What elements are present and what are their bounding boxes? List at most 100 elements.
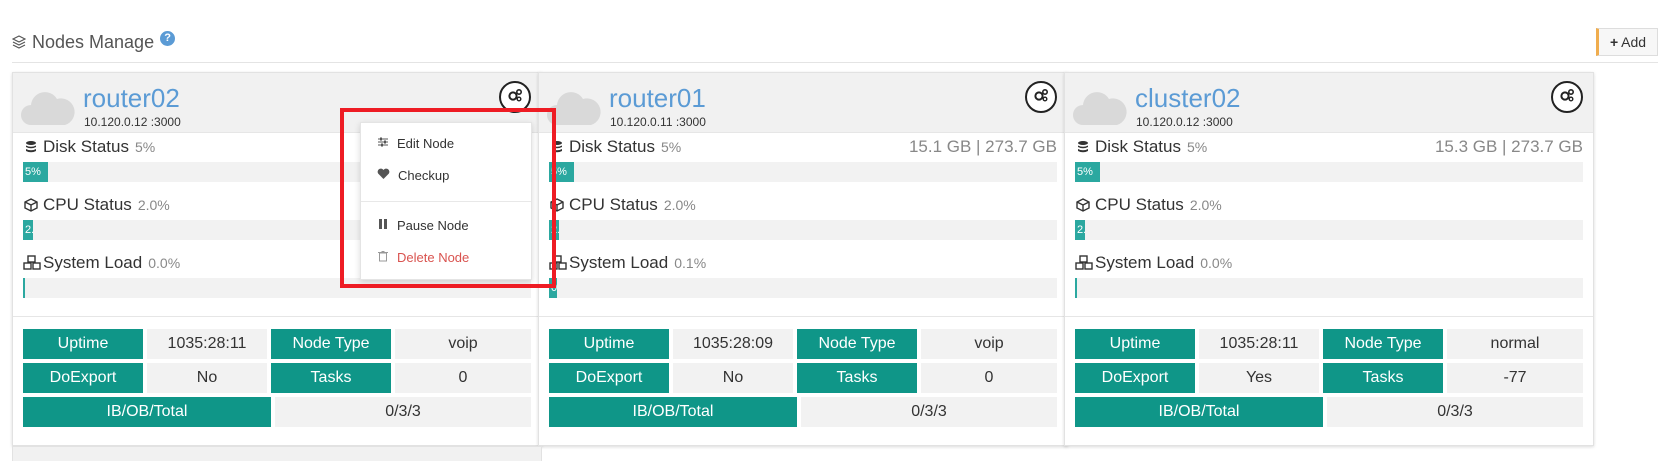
- uptime-value: 1035:28:11: [1199, 329, 1319, 359]
- layers-icon: [11, 35, 27, 49]
- system-load: System Load 0.0% 0.0%: [1075, 251, 1583, 301]
- tasks-label: Tasks: [1323, 363, 1443, 393]
- menu-item-edit-node[interactable]: Edit Node: [377, 133, 454, 153]
- disk-size: 15.1 GB | 273.7 GB: [908, 137, 1057, 156]
- disk-status-percent: 5%: [134, 139, 156, 155]
- node-info-table: Uptime 1035:28:11 Node Type normal DoExp…: [1075, 329, 1583, 431]
- load-progress-bar: 0.1%: [549, 278, 1057, 298]
- node-type-value: normal: [1447, 329, 1583, 359]
- page-title: Nodes Manage: [32, 31, 155, 52]
- info-row: IB/OB/Total 0/3/3: [549, 397, 1057, 427]
- node-address: 10.120.0.11 :3000: [610, 115, 706, 129]
- uptime-label: Uptime: [1075, 329, 1195, 359]
- cube-icon: [23, 197, 39, 213]
- doexport-label: DoExport: [1075, 363, 1195, 393]
- menu-item-pause-node[interactable]: Pause Node: [377, 215, 469, 235]
- node-settings-button[interactable]: [1025, 81, 1057, 113]
- add-node-button[interactable]: + Add: [1596, 28, 1658, 56]
- disk-progress-fill: 5%: [549, 162, 575, 182]
- card-divider: [539, 316, 1067, 317]
- node-card: router01 10.120.0.11 :3000 Disk Status 5…: [538, 72, 1068, 446]
- iobt-value: 0/3/3: [275, 397, 531, 427]
- disk-progress-fill: 5%: [23, 162, 49, 182]
- cpu-status-label: CPU Status: [569, 195, 658, 214]
- iobt-label: IB/OB/Total: [549, 397, 797, 427]
- tasks-label: Tasks: [271, 363, 391, 393]
- trash-icon: [377, 250, 389, 265]
- heart-icon: [377, 168, 390, 183]
- node-name[interactable]: router02: [83, 83, 180, 113]
- cpu-progress-fill: 2.0%: [549, 220, 560, 240]
- node-card-header: router01 10.120.0.11 :3000: [539, 73, 1067, 133]
- cpu-status-percent: 2.0%: [1189, 197, 1222, 213]
- cogs-icon: [1033, 88, 1049, 107]
- cloud-icon: [545, 87, 601, 127]
- cube-icon: [549, 197, 565, 213]
- load-progress-bar: 0.0%: [23, 278, 531, 298]
- disk-status: Disk Status 5% 15.3 GB | 273.7 GB 5%: [1075, 135, 1583, 185]
- disk-status-label: Disk Status: [1095, 137, 1181, 156]
- cpu-status-percent: 2.0%: [663, 197, 696, 213]
- node-settings-button[interactable]: [499, 81, 531, 113]
- system-load-percent: 0.1%: [674, 255, 707, 271]
- tasks-label: Tasks: [797, 363, 917, 393]
- info-row: Uptime 1035:28:11 Node Type voip: [23, 329, 531, 359]
- next-node-card-peek: [12, 446, 542, 461]
- cpu-status-label: CPU Status: [1095, 195, 1184, 214]
- iobt-value: 0/3/3: [801, 397, 1057, 427]
- cogs-icon: [507, 88, 523, 107]
- system-load-label: System Load: [1095, 253, 1195, 272]
- cpu-status: CPU Status 2.0% 2.0%: [549, 193, 1057, 243]
- node-name[interactable]: cluster02: [1135, 83, 1241, 113]
- info-row: IB/OB/Total 0/3/3: [1075, 397, 1583, 427]
- card-divider: [1065, 316, 1593, 317]
- database-icon: [1075, 139, 1091, 155]
- load-progress-fill: 0.0%: [1075, 278, 1077, 298]
- cpu-status-percent: 2.0%: [137, 197, 170, 213]
- help-icon[interactable]: ?: [160, 30, 176, 46]
- node-actions-menu: Edit Node Checkup Pause Node Delete Node: [360, 122, 532, 280]
- info-row: DoExport No Tasks 0: [23, 363, 531, 393]
- doexport-value: Yes: [1199, 363, 1319, 393]
- disk-status-label: Disk Status: [43, 137, 129, 156]
- cubes-icon: [1075, 255, 1093, 271]
- info-row: DoExport Yes Tasks -77: [1075, 363, 1583, 393]
- system-load-label: System Load: [43, 253, 143, 272]
- tasks-value: 0: [921, 363, 1057, 393]
- system-load-percent: 0.0%: [148, 255, 181, 271]
- system-load-percent: 0.0%: [1200, 255, 1233, 271]
- uptime-value: 1035:28:09: [673, 329, 793, 359]
- doexport-value: No: [673, 363, 793, 393]
- disk-size: 15.3 GB | 273.7 GB: [1434, 137, 1583, 156]
- node-address: 10.120.0.12 :3000: [84, 115, 181, 129]
- cloud-icon: [1071, 87, 1127, 127]
- pause-icon: [377, 218, 389, 233]
- node-type-value: voip: [921, 329, 1057, 359]
- disk-progress-bar: 5%: [1075, 162, 1583, 182]
- doexport-label: DoExport: [23, 363, 143, 393]
- info-row: Uptime 1035:28:09 Node Type voip: [549, 329, 1057, 359]
- cubes-icon: [23, 255, 41, 271]
- node-card-header: cluster02 10.120.0.12 :3000: [1065, 73, 1593, 133]
- uptime-label: Uptime: [23, 329, 143, 359]
- node-name[interactable]: router01: [609, 83, 706, 113]
- cpu-progress-fill: 2.0%: [1075, 220, 1086, 240]
- tasks-value: 0: [395, 363, 531, 393]
- node-type-label: Node Type: [271, 329, 391, 359]
- disk-progress-bar: 5%: [549, 162, 1057, 182]
- disk-status: Disk Status 5% 15.1 GB | 273.7 GB 5%: [549, 135, 1057, 185]
- database-icon: [23, 139, 39, 155]
- tasks-value: -77: [1447, 363, 1583, 393]
- system-load: System Load 0.1% 0.1%: [549, 251, 1057, 301]
- node-info-table: Uptime 1035:28:11 Node Type voip DoExpor…: [23, 329, 531, 431]
- info-row: DoExport No Tasks 0: [549, 363, 1057, 393]
- page-header: Nodes Manage ?: [11, 28, 176, 56]
- iobt-label: IB/OB/Total: [1075, 397, 1323, 427]
- node-type-label: Node Type: [797, 329, 917, 359]
- menu-item-checkup[interactable]: Checkup: [377, 165, 449, 185]
- doexport-label: DoExport: [549, 363, 669, 393]
- add-button-label: Add: [1621, 34, 1647, 50]
- menu-item-delete-node[interactable]: Delete Node: [377, 247, 469, 267]
- node-info-table: Uptime 1035:28:09 Node Type voip DoExpor…: [549, 329, 1057, 431]
- node-settings-button[interactable]: [1551, 81, 1583, 113]
